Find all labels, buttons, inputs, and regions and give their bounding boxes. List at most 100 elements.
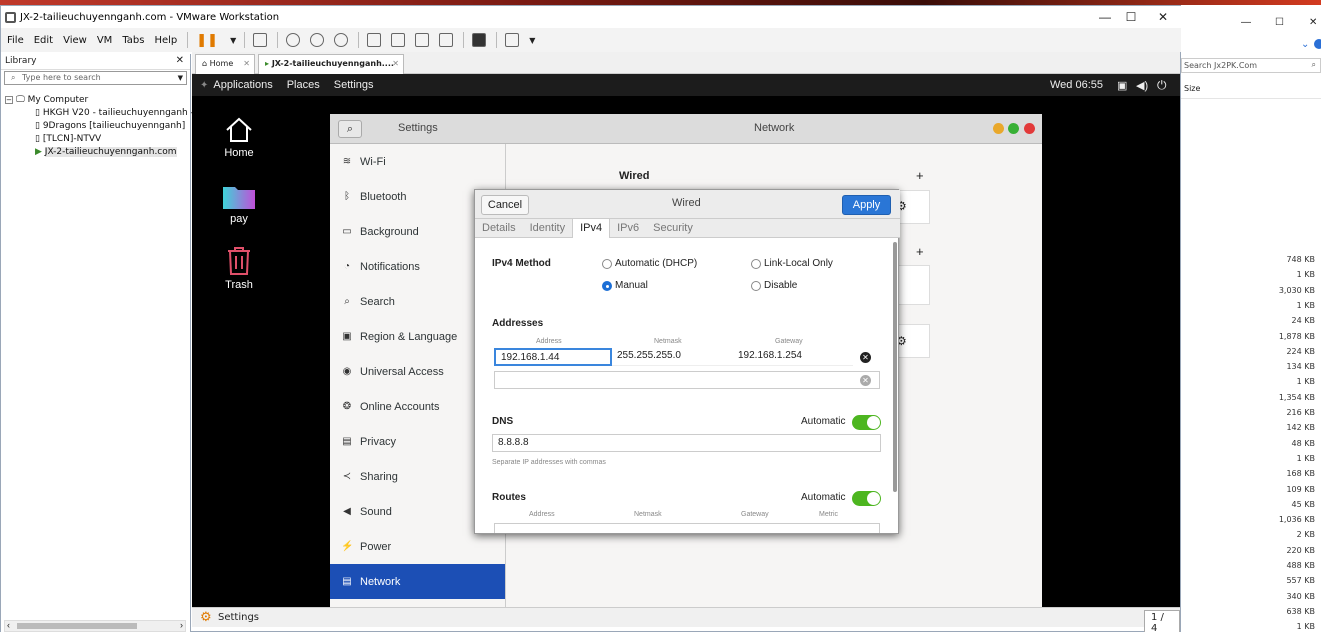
minimize-button[interactable]: — xyxy=(1241,17,1251,28)
notifications-icon: ◔ xyxy=(343,261,351,272)
power-icon: ⚡ xyxy=(341,541,354,552)
remove-address-icon[interactable]: ✕ xyxy=(860,352,871,363)
full-screen-icon[interactable] xyxy=(415,33,430,47)
address-input[interactable]: 192.168.1.44 xyxy=(494,348,612,366)
scroll-thumb[interactable] xyxy=(17,623,137,629)
add-vpn-icon[interactable]: + xyxy=(916,244,924,259)
menu-view[interactable]: View xyxy=(63,35,87,46)
gateway-input[interactable]: 192.168.1.254 xyxy=(733,348,853,366)
guest-screen[interactable]: ✦ Applications Places Settings Wed 06:55… xyxy=(192,74,1180,608)
tab-identity[interactable]: Identity xyxy=(523,219,572,238)
send-ctrl-alt-del-icon[interactable] xyxy=(253,33,268,47)
unity-icon[interactable] xyxy=(439,33,454,47)
accessibility-icon: ◉ xyxy=(342,366,352,377)
file-size: 24 KB xyxy=(1291,316,1315,326)
desktop-trash[interactable]: Trash xyxy=(209,246,269,291)
dropdown-icon[interactable]: ▼ xyxy=(529,36,535,45)
tree-root[interactable]: − 🖵 My Computer xyxy=(5,94,186,107)
desktop-trash-label: Trash xyxy=(225,279,253,291)
screen-icon[interactable]: ▣ xyxy=(1117,79,1127,92)
cancel-button[interactable]: Cancel xyxy=(481,195,529,215)
new-address-input[interactable] xyxy=(494,371,880,389)
library-close-icon[interactable]: ✕ xyxy=(176,55,184,66)
add-connection-icon[interactable]: + xyxy=(916,168,924,183)
close-button[interactable]: ✕ xyxy=(1147,9,1179,25)
library-search-input[interactable]: ⌕ Type here to search ▼ xyxy=(4,71,187,85)
library-horizontal-scrollbar[interactable]: ‹ › xyxy=(4,620,186,632)
menu-vm[interactable]: VM xyxy=(97,35,112,46)
file-size: 1,036 KB xyxy=(1278,515,1315,525)
scroll-left-icon[interactable]: ‹ xyxy=(7,620,10,630)
stretch-guest-icon[interactable] xyxy=(505,33,520,47)
tab-details[interactable]: Details xyxy=(475,219,523,238)
maximize-button[interactable]: ☐ xyxy=(1275,17,1284,28)
scroll-right-icon[interactable]: › xyxy=(180,620,183,630)
manage-snapshots-icon[interactable] xyxy=(334,33,349,47)
netmask-input[interactable]: 255.255.255.0 xyxy=(612,348,733,366)
tree-item-selected[interactable]: ▶ JX-2-tailieuchuyennganh.com xyxy=(5,146,186,159)
apply-button[interactable]: Apply xyxy=(842,195,891,215)
tree-item[interactable]: ▯ HKGH V20 - tailieuchuyennganh - W xyxy=(5,107,206,120)
route-input[interactable] xyxy=(494,523,880,533)
help-icon[interactable] xyxy=(1314,39,1321,49)
show-library-icon[interactable] xyxy=(367,33,382,47)
size-column-header[interactable]: Size xyxy=(1181,78,1321,99)
radio-automatic[interactable] xyxy=(602,259,612,269)
radio-manual[interactable] xyxy=(602,281,612,291)
volume-icon[interactable]: ◀) xyxy=(1136,79,1148,92)
settings-menu[interactable]: Settings xyxy=(334,79,374,91)
clock[interactable]: Wed 06:55 xyxy=(1050,79,1103,91)
radio-link-local[interactable] xyxy=(751,259,761,269)
radio-disable[interactable] xyxy=(751,281,761,291)
search-button[interactable]: ⌕ xyxy=(338,120,362,138)
settings-title: Settings xyxy=(398,122,438,134)
maximize-button[interactable]: ☐ xyxy=(1115,9,1147,25)
pause-icon[interactable]: ❚❚ xyxy=(196,33,218,48)
tree-item[interactable]: ▯ 9Dragons [tailieuchuyennganh] xyxy=(5,120,186,133)
console-icon[interactable] xyxy=(472,33,487,47)
places-menu[interactable]: Places xyxy=(287,79,320,91)
dns-automatic-toggle[interactable] xyxy=(852,415,881,430)
tab-ipv6[interactable]: IPv6 xyxy=(610,219,646,238)
revert-snapshot-icon[interactable] xyxy=(310,33,325,47)
menu-help[interactable]: Help xyxy=(154,35,177,46)
file-size: 748 KB xyxy=(1286,255,1315,264)
desktop-home[interactable]: Home xyxy=(209,116,269,159)
menu-tabs[interactable]: Tabs xyxy=(122,35,144,46)
tree-item[interactable]: ▯ [TLCN]-NTVV xyxy=(5,133,186,146)
close-button[interactable]: ✕ xyxy=(1309,17,1317,28)
tab-vm[interactable]: ▸ JX-2-tailieuchuyennganh.... ✕ xyxy=(258,54,404,74)
explorer-search-input[interactable]: Search Jx2PK.Com ⌕ xyxy=(1181,58,1321,73)
tab-close-icon[interactable]: ✕ xyxy=(392,59,399,68)
sidebar-item-power[interactable]: ⚡ Power xyxy=(330,529,505,564)
collapse-icon[interactable]: − xyxy=(5,96,13,104)
window-close-button[interactable] xyxy=(1024,123,1035,134)
netmask-column-header: Netmask xyxy=(654,338,682,345)
routes-automatic-toggle[interactable] xyxy=(852,491,881,506)
thumbnail-bar-icon[interactable] xyxy=(391,33,406,47)
snapshot-icon[interactable] xyxy=(286,33,301,47)
tab-ipv4[interactable]: IPv4 xyxy=(572,219,611,238)
dropdown-icon[interactable]: ▼ xyxy=(178,74,183,82)
dns-input[interactable]: 8.8.8.8 xyxy=(492,434,881,452)
tab-home[interactable]: ⌂ Home ✕ xyxy=(195,54,255,74)
status-label[interactable]: Settings xyxy=(218,612,259,623)
tab-label: Home xyxy=(209,59,234,68)
desktop-pay[interactable]: pay xyxy=(209,184,269,225)
sidebar-item-wifi[interactable]: ≋ Wi-Fi xyxy=(330,144,505,179)
chevron-down-icon[interactable]: ⌄ xyxy=(1301,39,1309,50)
tab-label: JX-2-tailieuchuyennganh.... xyxy=(271,59,394,68)
window-maximize-button[interactable] xyxy=(1008,123,1019,134)
desktop-home-label: Home xyxy=(224,147,254,159)
tab-close-icon[interactable]: ✕ xyxy=(243,59,250,68)
remove-empty-address-icon[interactable]: ✕ xyxy=(860,375,871,386)
dropdown-icon[interactable]: ▼ xyxy=(230,36,236,45)
applications-menu[interactable]: Applications xyxy=(213,79,272,91)
tab-security[interactable]: Security xyxy=(646,219,700,238)
window-minimize-button[interactable] xyxy=(993,123,1004,134)
dialog-scrollbar[interactable] xyxy=(893,242,897,492)
menu-file[interactable]: File xyxy=(7,35,24,46)
sidebar-item-network[interactable]: ▤ Network xyxy=(330,564,505,599)
menu-edit[interactable]: Edit xyxy=(34,35,53,46)
power-icon[interactable]: ⏻ xyxy=(1157,78,1167,93)
